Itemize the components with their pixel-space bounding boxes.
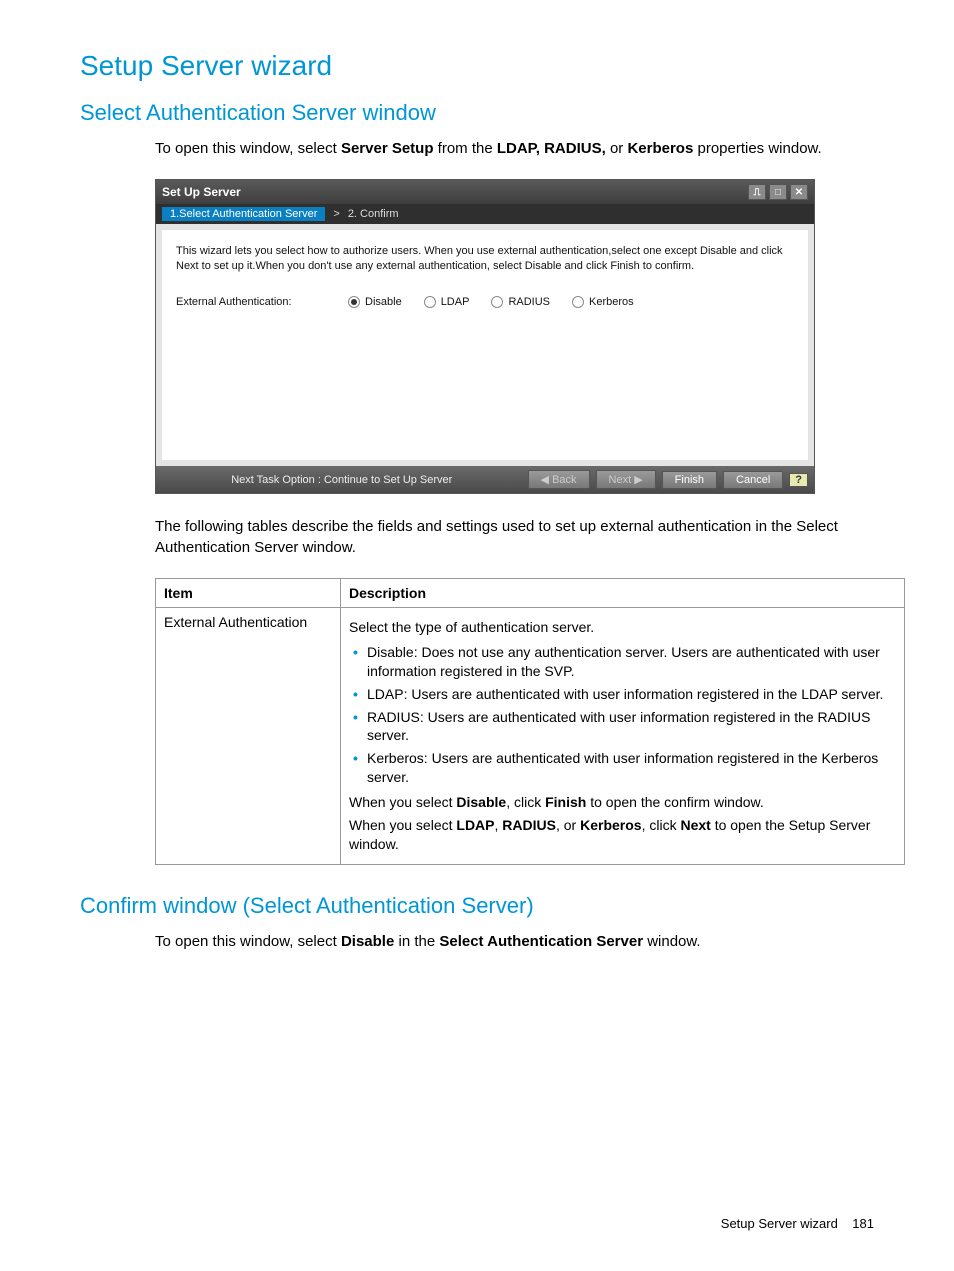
radio-icon [491,296,503,308]
desc-post1: When you select Disable, click Finish to… [349,793,896,812]
step-separator: > [333,208,339,220]
radio-icon [348,296,360,308]
close-icon[interactable]: ✕ [790,184,808,200]
wizard-footer: Next Task Option : Continue to Set Up Se… [156,466,814,493]
s2-bold2: Select Authentication Server [439,933,643,950]
radio-option-kerberos[interactable]: Kerberos [572,296,634,308]
back-button[interactable]: ◀ Back [528,470,590,489]
intro-text: To open this window, select [155,140,341,157]
restore-icon[interactable]: ⎍ [748,184,766,200]
radio-label: Disable [365,296,402,308]
finish-button[interactable]: Finish [662,471,717,489]
list-item: RADIUS: Users are authenticated with use… [349,708,896,746]
list-item: Kerberos: Users are authenticated with u… [349,749,896,787]
page-title: Setup Server wizard [80,50,874,82]
intro-paragraph: To open this window, select Server Setup… [155,138,874,159]
cancel-button[interactable]: Cancel [723,471,783,489]
radio-group: External Authentication: Disable LDAP RA… [176,296,794,308]
page-footer: Setup Server wizard 181 [721,1216,874,1231]
intro-text: from the [438,140,497,157]
radio-option-radius[interactable]: RADIUS [491,296,550,308]
s2-text: window. [647,933,700,950]
footer-page-number: 181 [852,1216,874,1231]
header-desc: Description [341,579,905,608]
footer-label: Setup Server wizard [721,1216,838,1231]
list-item: Disable: Does not use any authentication… [349,643,896,681]
radio-option-ldap[interactable]: LDAP [424,296,470,308]
post-wizard-text: The following tables describe the fields… [155,516,874,558]
header-item: Item [156,579,341,608]
intro-text: properties window. [697,140,821,157]
radio-label: RADIUS [508,296,550,308]
radio-icon [572,296,584,308]
s2-text: To open this window, select [155,933,341,950]
desc-post2: When you select LDAP, RADIUS, or Kerbero… [349,816,896,854]
table-row: External Authentication Select the type … [156,608,905,865]
list-item: LDAP: Users are authenticated with user … [349,685,896,704]
intro-bold1: Server Setup [341,140,434,157]
wizard-body: This wizard lets you select how to autho… [162,230,808,460]
wizard-titlebar: Set Up Server ⎍ □ ✕ [156,180,814,204]
description-table: Item Description External Authentication… [155,578,905,865]
step-active: 1.Select Authentication Server [162,207,325,221]
cell-item: External Authentication [156,608,341,865]
section2-title: Confirm window (Select Authentication Se… [80,893,874,919]
wizard-message: This wizard lets you select how to autho… [176,244,794,274]
step-inactive: 2. Confirm [348,208,399,220]
radio-option-disable[interactable]: Disable [348,296,402,308]
wizard-title: Set Up Server [162,185,241,199]
section2-paragraph: To open this window, select Disable in t… [155,931,874,952]
wizard-steps: 1.Select Authentication Server > 2. Conf… [156,204,814,224]
s2-bold1: Disable [341,933,394,950]
intro-text: or [610,140,628,157]
radio-label: LDAP [441,296,470,308]
titlebar-icons: ⎍ □ ✕ [748,184,808,200]
maximize-icon[interactable]: □ [769,184,787,200]
desc-intro: Select the type of authentication server… [349,618,896,637]
footer-text: Next Task Option : Continue to Set Up Se… [162,474,522,486]
cell-desc: Select the type of authentication server… [341,608,905,865]
wizard-dialog: Set Up Server ⎍ □ ✕ 1.Select Authenticat… [155,179,815,494]
radio-group-label: External Authentication: [176,296,326,308]
intro-bold3: Kerberos [627,140,693,157]
intro-bold2: LDAP, RADIUS, [497,140,606,157]
wizard-screenshot: Set Up Server ⎍ □ ✕ 1.Select Authenticat… [155,179,874,494]
next-button[interactable]: Next ▶ [596,470,656,489]
radio-icon [424,296,436,308]
help-button[interactable]: ? [789,473,808,487]
s2-text: in the [398,933,439,950]
section-title: Select Authentication Server window [80,100,874,126]
desc-list: Disable: Does not use any authentication… [349,643,896,787]
radio-label: Kerberos [589,296,634,308]
